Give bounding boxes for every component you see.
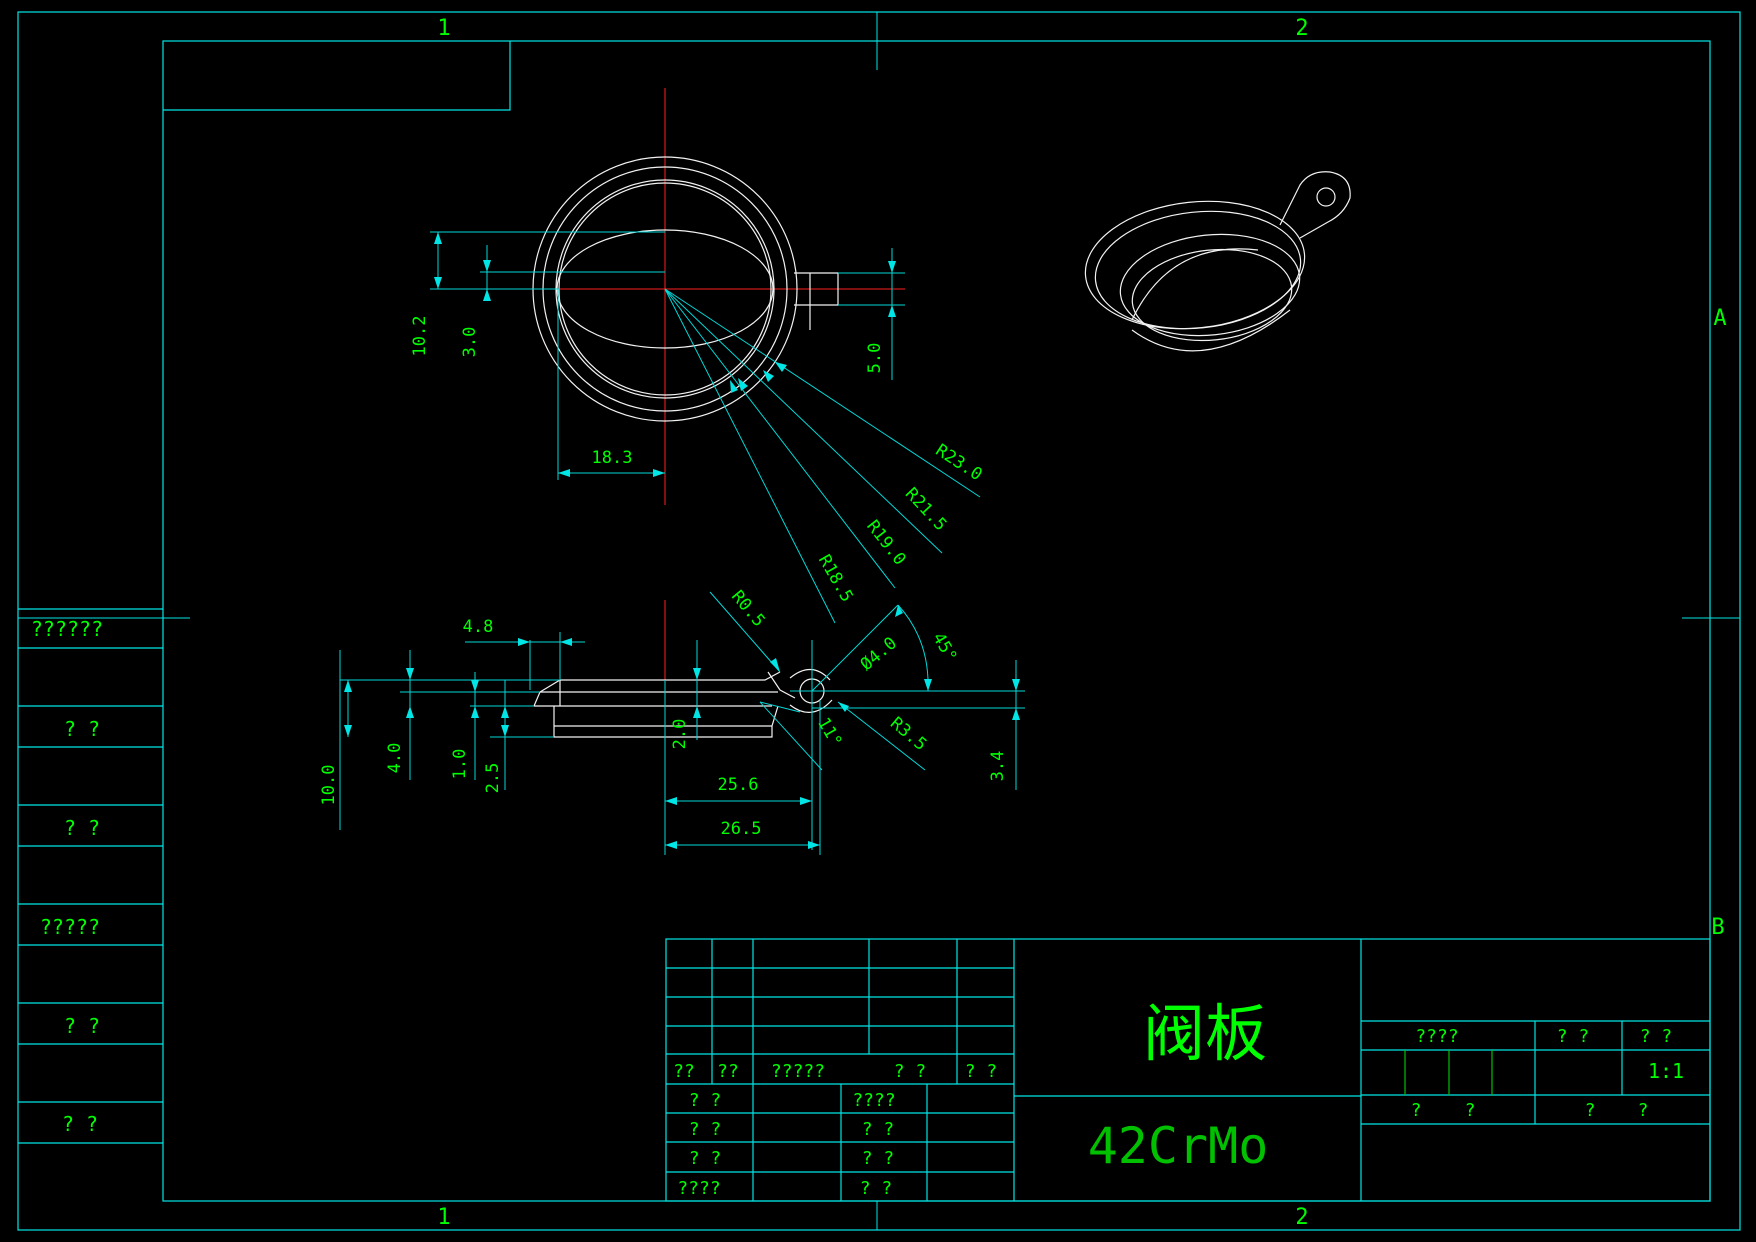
tb-col-a-1: ? ?: [689, 1090, 722, 1111]
tb-row-label-2: ??: [717, 1061, 739, 1082]
tb-row-label-1: ??: [673, 1061, 695, 1082]
tb-row-label-4: ? ?: [894, 1061, 927, 1082]
dim-1-0: 1.0: [450, 749, 470, 780]
dim-3-0: 3.0: [460, 327, 480, 358]
tb-right-bottom-3: ?: [1585, 1100, 1596, 1121]
dim-26-5: 26.5: [721, 819, 762, 839]
zone-label-bottom-2: 2: [1295, 1205, 1308, 1230]
dim-3-4: 3.4: [988, 751, 1008, 782]
dim-5-0: 5.0: [865, 343, 885, 374]
zone-label-top-1: 1: [437, 16, 450, 41]
side-table-label-6: ? ?: [62, 1112, 98, 1136]
drawing-frame: [17, 11, 1741, 1231]
tb-col-a-2: ? ?: [689, 1119, 722, 1140]
zone-label-top-2: 2: [1295, 16, 1308, 41]
tb-col-b-3: ? ?: [862, 1148, 895, 1169]
tb-col-a-3: ? ?: [689, 1148, 722, 1169]
dim-r23-0: R23.0: [932, 440, 986, 485]
tb-right-label-2: ? ?: [1557, 1026, 1590, 1047]
tb-right-bottom-4: ?: [1638, 1100, 1649, 1121]
tb-right-label-1: ????: [1415, 1026, 1458, 1047]
dim-10-0: 10.0: [319, 765, 339, 806]
side-table-label-4: ?????: [40, 915, 100, 939]
tb-row-label-3: ?????: [771, 1061, 825, 1082]
material: 42CrMo: [1088, 1117, 1269, 1175]
side-table-label-1: ??????: [31, 617, 103, 641]
dim-2-0: 2.0: [670, 719, 690, 750]
dim-r18-5: R18.5: [814, 551, 857, 605]
scale-value: 1:1: [1648, 1059, 1684, 1083]
dim-r21-5: R21.5: [901, 484, 951, 535]
dim-ang-11: 11°: [813, 714, 846, 751]
zone-label-b: B: [1711, 915, 1724, 940]
part-name: 阀板: [1143, 997, 1267, 1070]
tb-right-bottom-2: ?: [1465, 1100, 1476, 1121]
isometric-view: [1084, 171, 1351, 352]
dim-25-6: 25.6: [718, 775, 759, 795]
tb-row-label-5: ? ?: [965, 1061, 998, 1082]
side-table-label-2: ? ?: [64, 717, 100, 741]
zone-label-a: A: [1713, 306, 1726, 331]
tb-right-label-3: ? ?: [1640, 1026, 1673, 1047]
dim-18-3: 18.3: [592, 448, 633, 468]
dim-2-5: 2.5: [483, 763, 503, 794]
tb-col-b-1: ????: [852, 1090, 895, 1111]
dim-10-2: 10.2: [410, 316, 430, 357]
tb-col-b-2: ? ?: [862, 1119, 895, 1140]
dim-r0-5: R0.5: [727, 587, 769, 631]
dim-4-8: 4.8: [463, 617, 494, 637]
tb-col-a-4: ????: [677, 1178, 720, 1199]
dim-ang-45: 45°: [928, 629, 961, 666]
zone-label-bottom-1: 1: [437, 1205, 450, 1230]
dim-4-0: 4.0: [385, 743, 405, 774]
tb-right-bottom-1: ?: [1411, 1100, 1422, 1121]
side-table-label-3: ? ?: [64, 816, 100, 840]
tb-col-b-4: ? ?: [860, 1178, 893, 1199]
side-table-label-5: ? ?: [64, 1014, 100, 1038]
dim-r3-5: R3.5: [886, 713, 930, 755]
cad-drawing-canvas: 1 2 1 2 A B ?????? ? ? ? ? ????? ? ? ? ?: [17, 11, 1741, 1231]
side-table: [18, 608, 163, 1144]
dim-r19-0: R19.0: [862, 517, 909, 570]
